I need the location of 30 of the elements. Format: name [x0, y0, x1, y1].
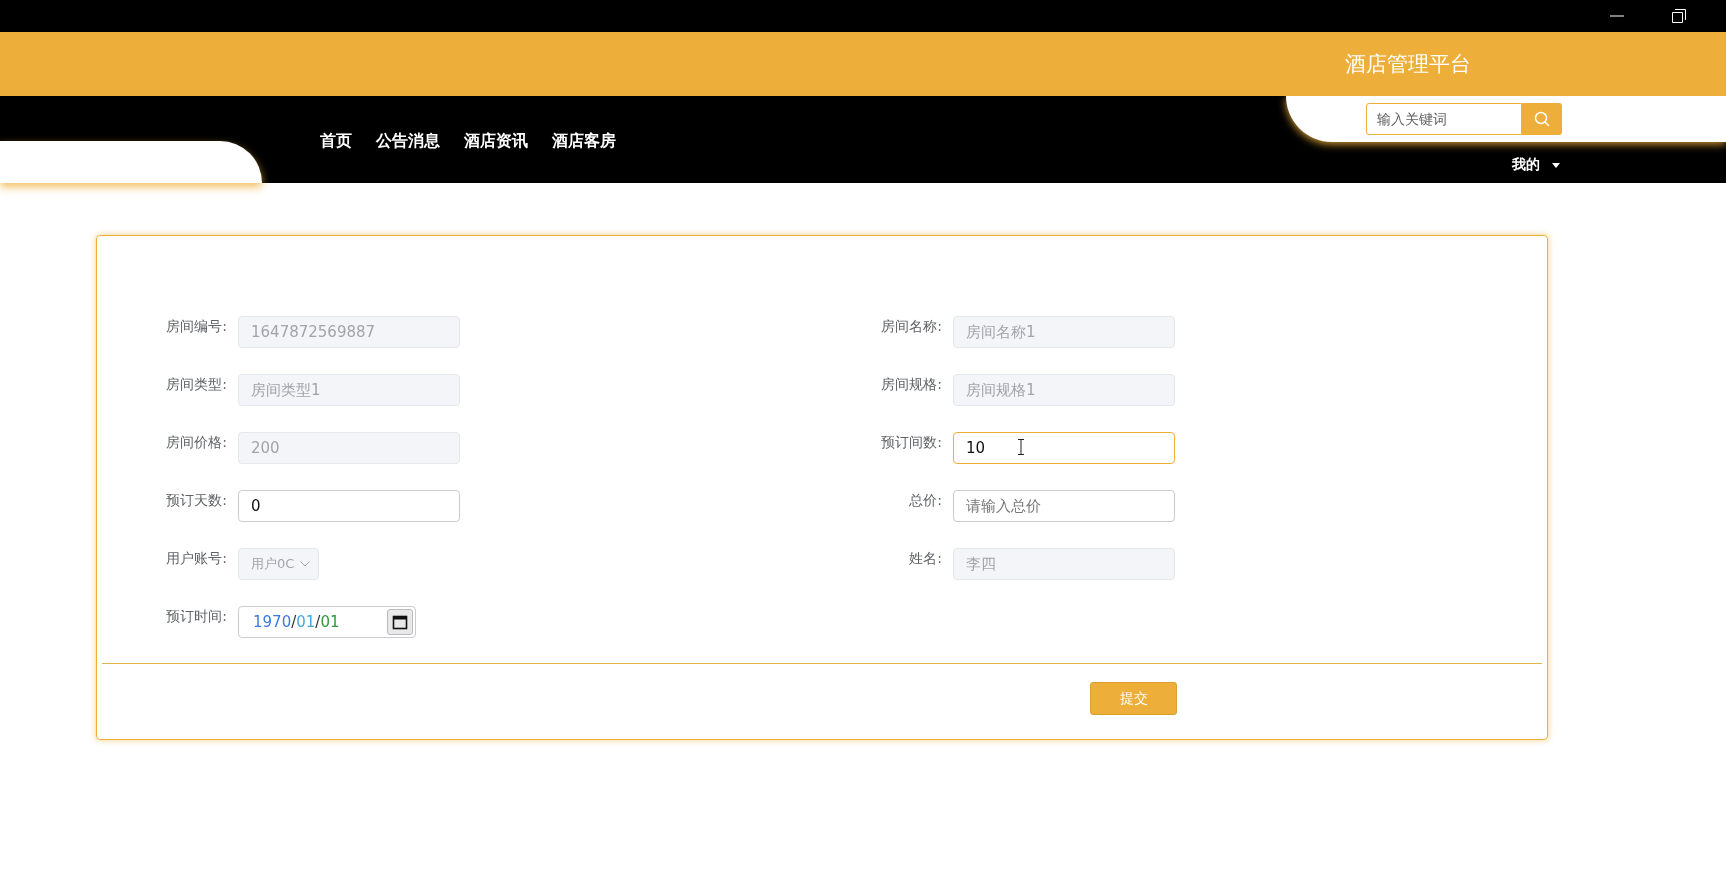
- field-label: 房间类型:: [165, 375, 227, 394]
- nav-link[interactable]: 酒店客房: [552, 131, 616, 151]
- calendar-icon: [392, 614, 408, 630]
- field-label: 姓名:: [908, 549, 942, 568]
- field-label: 房间名称:: [880, 317, 942, 336]
- field-label: 房间规格:: [880, 375, 942, 394]
- date-value: 1970/01/01: [253, 613, 340, 631]
- input-field[interactable]: 请输入总价: [953, 490, 1175, 522]
- field-label: 预订天数:: [165, 491, 227, 510]
- nav-link[interactable]: 首页: [320, 131, 352, 151]
- field-label: 预订间数:: [880, 433, 942, 452]
- field-label: 用户账号:: [165, 549, 227, 568]
- caret-icon: [1552, 162, 1560, 168]
- search-icon: [1534, 111, 1550, 127]
- calendar-button[interactable]: [387, 609, 413, 635]
- nav-link[interactable]: 公告消息: [376, 131, 440, 151]
- user-menu[interactable]: 我的: [1512, 156, 1560, 174]
- date-field[interactable]: 1970/01/01: [238, 606, 416, 638]
- field-label: 房间价格:: [165, 433, 227, 452]
- input-field[interactable]: 0: [238, 490, 460, 522]
- chevron-down-icon: [300, 561, 310, 567]
- nav-link[interactable]: 酒店资讯: [464, 131, 528, 151]
- text-cursor-icon: [1017, 439, 1025, 455]
- field-label: 房间编号:: [165, 317, 227, 336]
- restore-icon[interactable]: [1672, 9, 1686, 23]
- search-field[interactable]: 输入关键词: [1366, 103, 1522, 135]
- field-label: 总价:: [908, 491, 942, 510]
- input-field[interactable]: 10: [953, 432, 1175, 464]
- field-label: 预订时间:: [165, 607, 227, 626]
- site-title: 酒店管理平台: [1345, 51, 1471, 78]
